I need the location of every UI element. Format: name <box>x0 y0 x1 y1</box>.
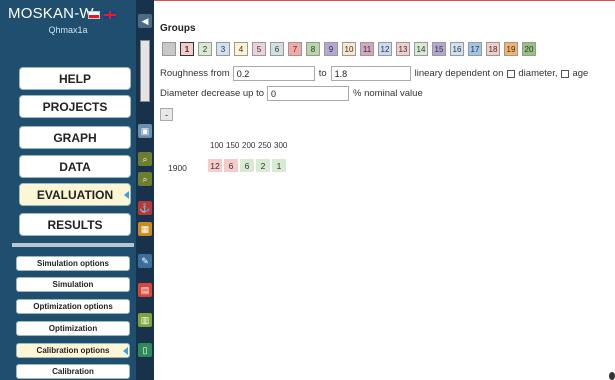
submenu-simulation[interactable]: Simulation <box>16 277 130 292</box>
group-button[interactable]: 11 <box>360 42 374 56</box>
age-checkbox[interactable] <box>561 69 570 78</box>
group-button[interactable]: 14 <box>414 42 428 56</box>
menu-projects-button[interactable]: PROJECTS <box>19 95 131 118</box>
table-cell: 1 <box>272 159 286 172</box>
diameter-decrease-input[interactable] <box>267 86 350 101</box>
group-button[interactable]: 5 <box>252 42 266 56</box>
submenu-calibration[interactable]: Calibration <box>16 364 130 379</box>
network-icon[interactable]: ⚓ <box>138 201 152 215</box>
table-header: 100 <box>210 141 224 150</box>
submenu-calibration-options-label: Calibration options <box>36 346 110 355</box>
chart-icon[interactable]: ▦ <box>138 222 152 236</box>
group-button[interactable]: 12 <box>378 42 392 56</box>
menu-evaluation-label: EVALUATION <box>36 187 114 202</box>
roughness-row: Roughness from to lineary dependent on d… <box>160 66 588 81</box>
edit-icon[interactable]: ✎ <box>138 254 152 268</box>
back-icon[interactable]: ◀ <box>138 14 152 28</box>
group-button[interactable]: 20 <box>522 42 536 56</box>
submenu-simulation-options[interactable]: Simulation options <box>16 256 130 271</box>
uk-flag-icon[interactable] <box>104 11 116 19</box>
group-button[interactable]: 1 <box>180 42 194 56</box>
roughness-from-input[interactable] <box>232 66 315 81</box>
calc-icon[interactable]: ▥ <box>138 313 152 327</box>
user-name: Qhmax1a <box>48 25 88 35</box>
menu-results-button[interactable]: RESULTS <box>19 213 131 236</box>
roughness-to-input[interactable] <box>330 66 411 81</box>
age-label: age <box>572 68 589 79</box>
menu-help-button[interactable]: HELP <box>19 67 131 90</box>
main-content: Groups 1 2 3 4 5 6 7 8 9 10 11 12 13 14 15 16 17 18 19 20 R… <box>154 0 615 380</box>
group-button[interactable]: 17 <box>468 42 482 56</box>
tool-column: ◀ ▣ ⌕ ⌕ ⚓ ▦ ✎ ▤ ▥ ▯ <box>136 0 154 380</box>
polish-flag-icon[interactable] <box>88 11 100 19</box>
sidebar: MOSKAN-W Qhmax1a HELP PROJECTS GRAPH DAT… <box>0 0 136 380</box>
group-button[interactable]: 10 <box>342 42 356 56</box>
group-button[interactable]: 6 <box>270 42 284 56</box>
group-button[interactable]: 19 <box>504 42 518 56</box>
group-button[interactable]: 4 <box>234 42 248 56</box>
active-indicator-icon <box>124 191 129 199</box>
divider <box>12 243 134 247</box>
group-button[interactable]: 8 <box>306 42 320 56</box>
table-cell: 2 <box>256 159 270 172</box>
to-label: to <box>318 68 327 79</box>
roughness-label: Roughness from <box>160 68 230 79</box>
table-header: 150 <box>226 141 240 150</box>
diameter-label: diameter, <box>518 68 558 79</box>
group-button[interactable]: 3 <box>216 42 230 56</box>
scrollbar[interactable] <box>140 40 150 102</box>
table-cell: 12 <box>208 159 222 172</box>
group-button[interactable]: 7 <box>288 42 302 56</box>
menu-graph-button[interactable]: GRAPH <box>19 126 131 149</box>
table-header: 200 <box>242 141 256 150</box>
group-button[interactable]: 15 <box>432 42 446 56</box>
active-indicator-icon <box>123 347 128 355</box>
zoom-out-icon[interactable]: ⌕ <box>138 172 152 186</box>
linear-label: lineary dependent on <box>414 68 504 79</box>
group-button[interactable]: 18 <box>486 42 500 56</box>
diameter-checkbox[interactable] <box>507 69 516 78</box>
table-header: 300 <box>274 141 288 150</box>
group-button[interactable]: 2 <box>198 42 212 56</box>
zoom-in-icon[interactable]: ⌕ <box>138 152 152 166</box>
table-icon[interactable]: ▤ <box>138 283 152 297</box>
minus-button[interactable]: - <box>160 108 173 121</box>
submenu-optimization[interactable]: Optimization <box>16 321 130 336</box>
submenu-optimization-options[interactable]: Optimization options <box>16 299 130 314</box>
diameter-decrease-label: Diameter decrease up to <box>160 88 265 99</box>
app-title: MOSKAN-W <box>8 5 94 22</box>
group-button[interactable] <box>162 42 176 56</box>
groups-row: 1 2 3 4 5 6 7 8 9 10 11 12 13 14 15 16 17 18 19 20 <box>162 42 536 56</box>
group-button[interactable]: 16 <box>450 42 464 56</box>
group-button[interactable]: 9 <box>324 42 338 56</box>
menu-evaluation-button[interactable]: EVALUATION <box>19 183 131 206</box>
groups-title: Groups <box>160 23 196 34</box>
table-row-label: 1900 <box>168 163 187 173</box>
submenu-calibration-options[interactable]: Calibration options <box>16 343 130 358</box>
diameter-decrease-row: Diameter decrease up to % nominal value <box>160 86 423 101</box>
table-cell: 6 <box>224 159 238 172</box>
save-icon[interactable]: ▣ <box>138 124 152 138</box>
nominal-value-label: % nominal value <box>353 88 423 99</box>
group-button[interactable]: 13 <box>396 42 410 56</box>
corner-mark <box>609 372 615 380</box>
table-cell: 6 <box>240 159 254 172</box>
menu-data-button[interactable]: DATA <box>19 155 131 178</box>
table-header: 250 <box>258 141 272 150</box>
graph-icon[interactable]: ▯ <box>138 343 152 357</box>
